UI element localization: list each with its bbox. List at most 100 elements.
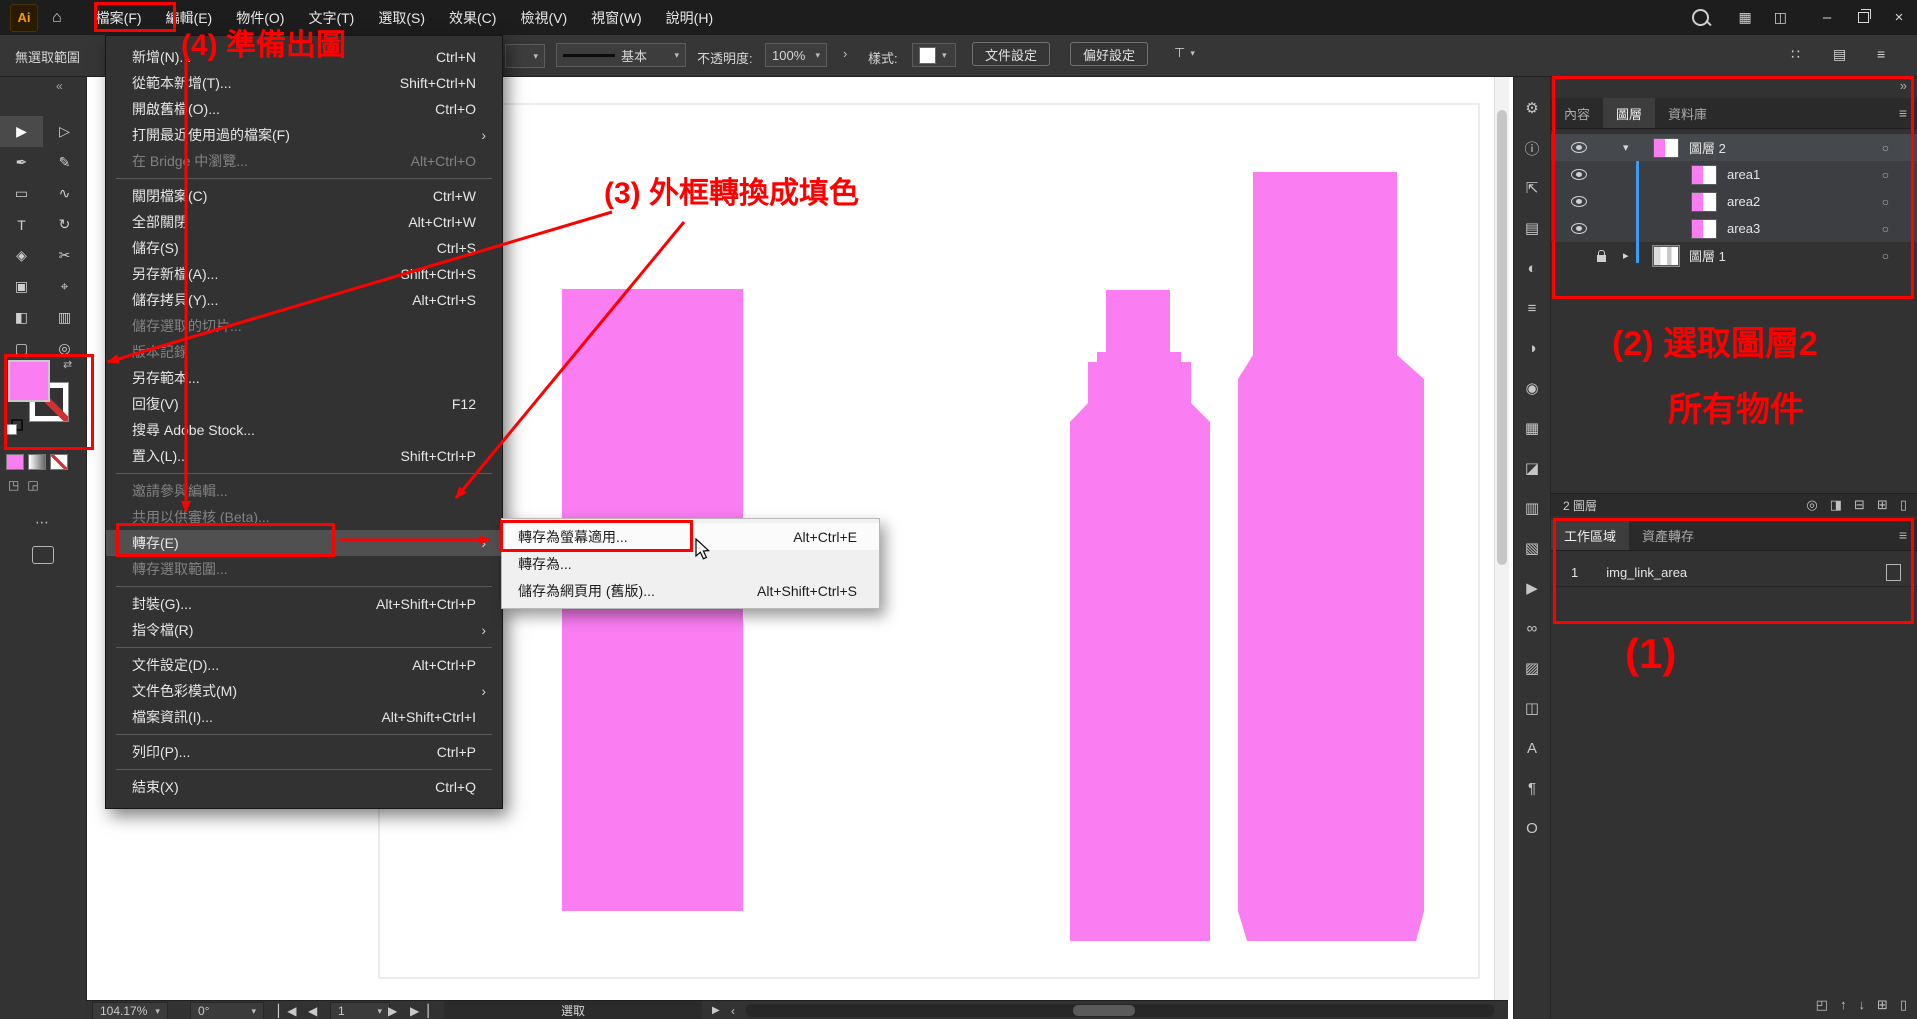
selection-tool[interactable]: ▶ [0, 116, 43, 147]
paragraph-icon[interactable]: ¶ [1513, 768, 1551, 808]
new-artboard-icon[interactable]: ⊞ [1877, 997, 1888, 1013]
menu-item[interactable]: 文件色彩模式(M) › [106, 678, 502, 704]
info-icon[interactable]: ⓘ [1513, 128, 1551, 168]
menu-item[interactable] [116, 769, 492, 770]
menu-item[interactable]: 新增(N)... Ctrl+N [106, 44, 502, 70]
visibility-icon[interactable] [1571, 169, 1587, 180]
visibility-icon[interactable] [1571, 223, 1587, 234]
menu-item[interactable]: 封裝(G)... Alt+Shift+Ctrl+P [106, 591, 502, 617]
menu-item[interactable]: 儲存拷貝(Y)... Alt+Ctrl+S [106, 287, 502, 313]
workspace-icon[interactable]: ▦ [1739, 9, 1752, 26]
rectangle-tool[interactable]: ▭ [0, 178, 43, 209]
visibility-icon[interactable] [1571, 196, 1587, 207]
graph-tool[interactable]: ▥ [43, 302, 86, 333]
none-button[interactable] [50, 454, 68, 470]
artboard-number-dropdown[interactable]: 1▾ [330, 1002, 390, 1019]
target-icon[interactable]: ○ [1882, 141, 1889, 155]
clipping-mask-icon[interactable]: ◨ [1830, 497, 1842, 513]
appearance-icon[interactable]: ◉ [1513, 368, 1551, 408]
new-sublayer-icon[interactable]: ⊟ [1854, 497, 1865, 513]
menu-item[interactable]: 在 Bridge 中瀏覽... Alt+Ctrl+O [106, 148, 502, 174]
fill-color-indicator[interactable] [8, 360, 50, 402]
visibility-icon[interactable] [1571, 142, 1587, 153]
style-dropdown[interactable]: ▾ [912, 43, 956, 67]
align-dropdown[interactable]: ⊤▾ [1174, 45, 1195, 61]
panel-menu-icon[interactable]: ≡ [1877, 46, 1885, 62]
artboard-name[interactable]: img_link_area [1606, 565, 1687, 580]
menu-item[interactable]: 儲存(S) Ctrl+S [106, 235, 502, 261]
delete-layer-icon[interactable]: ▯ [1900, 497, 1907, 513]
target-icon[interactable]: ○ [1882, 195, 1889, 209]
asset-export-icon[interactable]: ◰ [1816, 997, 1828, 1013]
previous-artboard-button[interactable]: ◀ [308, 1002, 317, 1019]
layer-name[interactable]: 圖層 1 [1689, 246, 1726, 265]
color-icon[interactable]: ▤ [1513, 208, 1551, 248]
search-icon[interactable] [1692, 9, 1709, 26]
shape-mode-icon[interactable]: ◲ [27, 478, 38, 492]
next-artboard-button[interactable]: ▶ [388, 1002, 397, 1019]
layer-thumbnail[interactable] [1653, 138, 1679, 158]
draw-mode-icon[interactable] [32, 546, 54, 564]
menu-item[interactable]: 共用以供審核 (Beta)... [106, 504, 502, 530]
move-up-icon[interactable]: ↑ [1840, 997, 1847, 1013]
menubar-item[interactable]: 檢視(V) [508, 0, 579, 35]
actions-icon[interactable]: ▶ [1513, 568, 1551, 608]
object-thumbnail[interactable] [1691, 192, 1717, 212]
expand-icon[interactable]: ▾ [1623, 141, 1647, 154]
tab-content[interactable]: 內容 [1551, 98, 1603, 128]
direct-selection-tool[interactable]: ▷ [43, 116, 86, 147]
arrange-documents-icon[interactable]: ◫ [1774, 9, 1787, 26]
pencil-tool[interactable]: ✎ [43, 147, 86, 178]
shape-builder-tool[interactable]: ▣ [0, 271, 43, 302]
graphic-styles-icon[interactable]: ▦ [1513, 408, 1551, 448]
swatches-icon[interactable]: ▧ [1513, 528, 1551, 568]
rotate-tool[interactable]: ↻ [43, 209, 86, 240]
swap-fill-stroke-icon[interactable]: ⇄ [63, 358, 72, 371]
toolbar-collapse-icon[interactable]: « [56, 79, 63, 93]
menu-item[interactable]: 版本記錄 [106, 339, 502, 365]
menubar-item[interactable]: 物件(O) [224, 0, 296, 35]
locate-object-icon[interactable]: ◎ [1806, 497, 1817, 513]
menu-item[interactable]: 儲存選取的切片... [106, 313, 502, 339]
ruler-icon[interactable]: ▤ [1833, 46, 1846, 63]
properties-icon[interactable]: ⚙ [1513, 88, 1551, 128]
export-icon[interactable]: ⇱ [1513, 168, 1551, 208]
pink-bottle-shape-small[interactable] [1070, 290, 1210, 941]
menubar-item[interactable]: 效果(C) [437, 0, 508, 35]
panel-menu-icon[interactable]: ≡ [1899, 98, 1907, 128]
menubar-item[interactable]: 文字(T) [296, 0, 366, 35]
layer-row[interactable]: ▾ 圖層 2 ○ [1551, 134, 1917, 161]
menu-item[interactable]: 開啟舊檔(O)... Ctrl+O [106, 96, 502, 122]
eyedropper-tool[interactable]: ⌖ [43, 271, 86, 302]
layer-row[interactable]: area2 ○ [1551, 188, 1917, 215]
gradient-icon[interactable]: ◐ [1513, 248, 1551, 288]
menu-item[interactable] [116, 734, 492, 735]
panel-collapse-icon[interactable]: » [1900, 78, 1907, 93]
layer-thumbnail[interactable] [1653, 246, 1679, 266]
color-button[interactable] [6, 454, 24, 470]
menu-item[interactable] [116, 178, 492, 179]
vertical-scrollbar-thumb[interactable] [1497, 110, 1507, 565]
move-down-icon[interactable]: ↓ [1858, 997, 1865, 1013]
menubar-item[interactable]: 視窗(W) [579, 0, 654, 35]
play-icon[interactable]: ▶ [712, 1002, 720, 1019]
menubar-item[interactable]: 檔案(F) [84, 0, 154, 35]
artboards-icon[interactable]: ◫ [1513, 688, 1551, 728]
layer-row[interactable]: ▸ 圖層 1 ○ [1551, 242, 1917, 269]
tab-libraries[interactable]: 資料庫 [1655, 98, 1720, 128]
new-layer-icon[interactable]: ⊞ [1877, 497, 1888, 513]
layer-row[interactable]: area3 ○ [1551, 215, 1917, 242]
object-name[interactable]: area3 [1727, 221, 1760, 236]
scissors-tool[interactable]: ✂ [43, 240, 86, 271]
document-setup-button[interactable]: 文件設定 [972, 42, 1050, 66]
menu-item[interactable] [116, 647, 492, 648]
layer-name[interactable]: 圖層 2 [1689, 138, 1726, 157]
menu-item[interactable]: 轉存選取範圍... [106, 556, 502, 582]
submenu-item[interactable]: 儲存為網頁用 (舊版)... Alt+Shift+Ctrl+S [502, 577, 879, 604]
links-icon[interactable]: ∞ [1513, 608, 1551, 648]
character-icon[interactable]: A [1513, 728, 1551, 768]
target-icon[interactable]: ○ [1882, 222, 1889, 236]
tab-artboards[interactable]: 工作區域 [1551, 520, 1629, 550]
align-icon[interactable]: ▥ [1513, 488, 1551, 528]
menu-item[interactable]: 置入(L)... Shift+Ctrl+P [106, 443, 502, 469]
